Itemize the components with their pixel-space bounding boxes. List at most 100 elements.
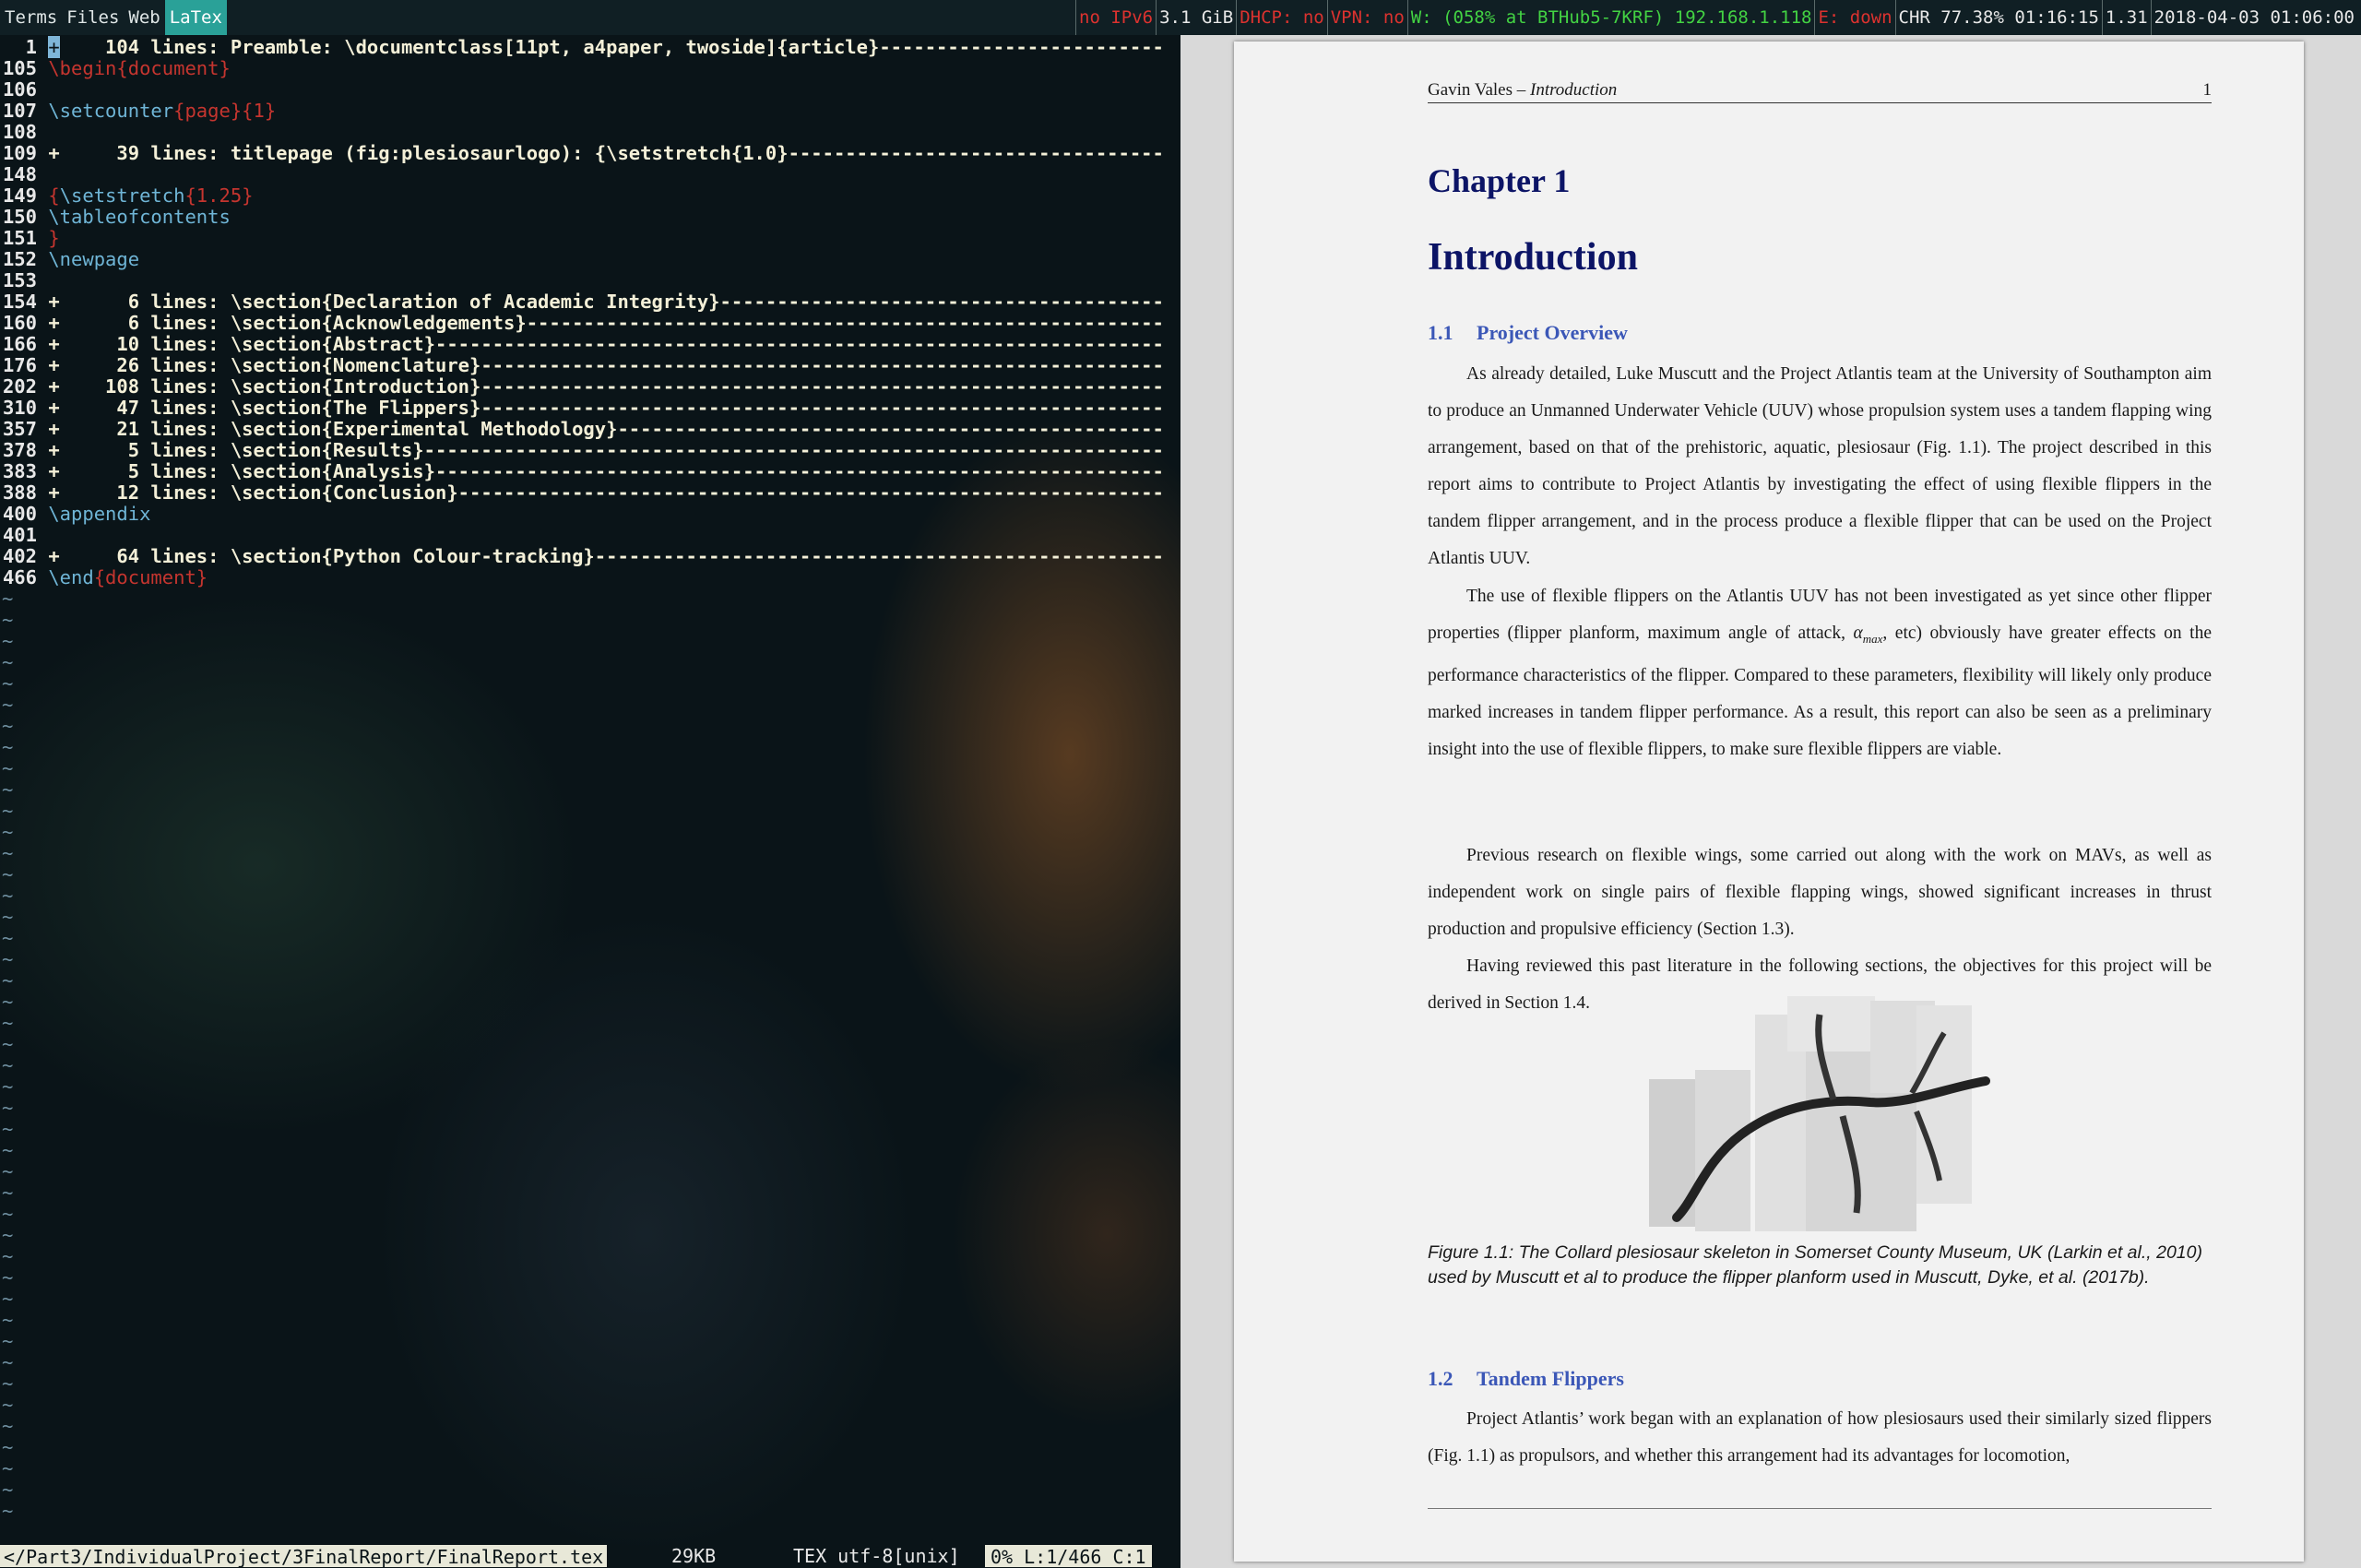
empty-buffer-line: ~ (0, 1204, 13, 1225)
empty-buffer-line: ~ (0, 1076, 13, 1098)
fold-fill: ----------------------------------------… (434, 460, 1164, 482)
empty-buffer-line: ~ (0, 1331, 13, 1352)
line-number: 148 (2, 163, 37, 185)
latex-brace: { (48, 184, 60, 207)
folded-block: + 21 lines: \section{Experimental Method… (48, 418, 618, 440)
empty-buffer-line: ~ (0, 1034, 13, 1055)
tilde-marker: ~ (2, 694, 14, 716)
editor-line[interactable]: 151 } (0, 228, 60, 249)
empty-buffer-line: ~ (0, 949, 13, 970)
editor-line[interactable]: 160 + 6 lines: \section{Acknowledgements… (0, 313, 1164, 334)
section-heading-1-1: 1.1 Project Overview (1428, 321, 1628, 345)
status-segment: VPN: no (1326, 0, 1407, 35)
empty-buffer-line: ~ (0, 695, 13, 716)
tilde-marker: ~ (2, 588, 14, 610)
tilde-marker: ~ (2, 863, 14, 885)
tilde-marker: ~ (2, 1012, 14, 1034)
tilde-marker: ~ (2, 1160, 14, 1182)
latex-command: \tableofcontents (48, 206, 231, 228)
line-number: 357 (2, 418, 37, 440)
editor-line[interactable]: 378 + 5 lines: \section{Results}--------… (0, 440, 1164, 461)
vim-editor-pane[interactable]: 1 + 104 lines: Preamble: \documentclass[… (0, 35, 1180, 1568)
empty-buffer-line: ~ (0, 652, 13, 673)
editor-line[interactable]: 388 + 12 lines: \section{Conclusion}----… (0, 482, 1164, 504)
editor-line[interactable]: 152 \newpage (0, 249, 139, 270)
tilde-marker: ~ (2, 1288, 14, 1310)
empty-buffer-line: ~ (0, 631, 13, 652)
folded-block: + 47 lines: \section{The Flippers} (48, 397, 481, 419)
editor-line[interactable]: 150 \tableofcontents (0, 207, 231, 228)
empty-buffer-line: ~ (0, 1289, 13, 1310)
tilde-marker: ~ (2, 1415, 14, 1437)
editor-line[interactable]: 149 {\setstretch{1.25} (0, 185, 254, 207)
tilde-marker: ~ (2, 821, 14, 843)
workspace-web[interactable]: Web (124, 0, 164, 35)
editor-line[interactable]: 310 + 47 lines: \section{The Flippers}--… (0, 398, 1164, 419)
workspace-files[interactable]: Files (62, 0, 124, 35)
editor-line[interactable]: 1 + 104 lines: Preamble: \documentclass[… (0, 36, 1164, 58)
empty-buffer-line: ~ (0, 822, 13, 843)
editor-line[interactable]: 105 \begin{document} (0, 58, 231, 79)
section-title: Tandem Flippers (1477, 1367, 1624, 1390)
editor-line[interactable]: 154 + 6 lines: \section{Declaration of A… (0, 291, 1164, 313)
editor-line[interactable]: 400 \appendix (0, 504, 150, 525)
fold-fill: ----------------------------------------… (434, 333, 1164, 355)
folded-block: + 10 lines: \section{Abstract} (48, 333, 435, 355)
system-status: no IPv6 3.1 GiB DHCP: no VPN: no W: (058% at… (1075, 0, 2357, 35)
fold-fill: ----------------------------------------… (481, 354, 1164, 376)
line-number: 160 (2, 312, 37, 334)
chapter-title: Introduction (1428, 236, 1638, 279)
editor-line[interactable]: 166 + 10 lines: \section{Abstract}------… (0, 334, 1164, 355)
line-number: 154 (2, 291, 37, 313)
tilde-marker: ~ (2, 1372, 14, 1395)
workspace-terms[interactable]: Terms (0, 0, 62, 35)
fold-fill: --------------------------------- (788, 142, 1164, 164)
tilde-marker: ~ (2, 630, 14, 652)
editor-line[interactable]: 109 + 39 lines: titlepage (fig:plesiosau… (0, 143, 1164, 164)
page-footer-rule (1428, 1508, 2212, 1509)
tilde-marker: ~ (2, 885, 14, 907)
vim-statusline: </Part3/IndividualProject/3FinalReport/F… (0, 1544, 1180, 1568)
fold-fill: ----------------------------------------… (594, 545, 1164, 567)
empty-buffer-line: ~ (0, 801, 13, 822)
editor-line[interactable]: 107 \setcounter{page}{1} (0, 101, 276, 122)
pdf-page: Gavin Vales – Introduction 1 Chapter 1 I… (1234, 42, 2304, 1562)
editor-line[interactable]: 357 + 21 lines: \section{Experimental Me… (0, 419, 1164, 440)
editor-line[interactable]: 466 \end{document} (0, 567, 208, 588)
editor-line[interactable]: 148 (0, 164, 48, 185)
line-number: 151 (2, 227, 37, 249)
pdf-viewer-pane[interactable]: Gavin Vales – Introduction 1 Chapter 1 I… (1180, 35, 2361, 1568)
text-cursor: + (48, 36, 60, 58)
line-number: 388 (2, 481, 37, 504)
paragraph-2: The use of flexible flippers on the Atla… (1428, 578, 2212, 768)
line-number: 107 (2, 100, 37, 122)
workspace-latex[interactable]: LaTex (164, 0, 227, 35)
statusline-filetype: TEX utf-8[unix] (793, 1545, 960, 1567)
empty-buffer-line: ~ (0, 1055, 13, 1076)
tilde-marker: ~ (2, 1075, 14, 1098)
editor-line[interactable]: 383 + 5 lines: \section{Analysis}-------… (0, 461, 1164, 482)
editor-line[interactable]: 153 (0, 270, 48, 291)
editor-line[interactable]: 176 + 26 lines: \section{Nomenclature}--… (0, 355, 1164, 376)
empty-buffer-line: ~ (0, 1352, 13, 1373)
paragraph-1: As already detailed, Luke Muscutt and th… (1428, 364, 2212, 568)
status-segment: 2018-04-03 01:06:00 (2150, 0, 2357, 35)
latex-command: \newpage (48, 248, 140, 270)
editor-line[interactable]: 202 + 108 lines: \section{Introduction}-… (0, 376, 1164, 398)
line-number: 152 (2, 248, 37, 270)
empty-buffer-line: ~ (0, 1373, 13, 1395)
folded-block: + 5 lines: \section{Results} (48, 439, 424, 461)
empty-buffer-line: ~ (0, 928, 13, 949)
line-number: 401 (2, 524, 37, 546)
statusline-file-path: </Part3/IndividualProject/3FinalReport/F… (0, 1545, 608, 1568)
editor-line[interactable]: 401 (0, 525, 48, 546)
tilde-marker: ~ (2, 1500, 14, 1522)
empty-buffer-line: ~ (0, 610, 13, 631)
header-section: Introduction (1530, 80, 1618, 100)
tilde-marker: ~ (2, 991, 14, 1013)
editor-line[interactable]: 402 + 64 lines: \section{Python Colour-t… (0, 546, 1164, 567)
editor-line[interactable]: 106 (0, 79, 48, 101)
tilde-marker: ~ (2, 1224, 14, 1246)
editor-line[interactable]: 108 (0, 122, 48, 143)
line-number: 400 (2, 503, 37, 525)
